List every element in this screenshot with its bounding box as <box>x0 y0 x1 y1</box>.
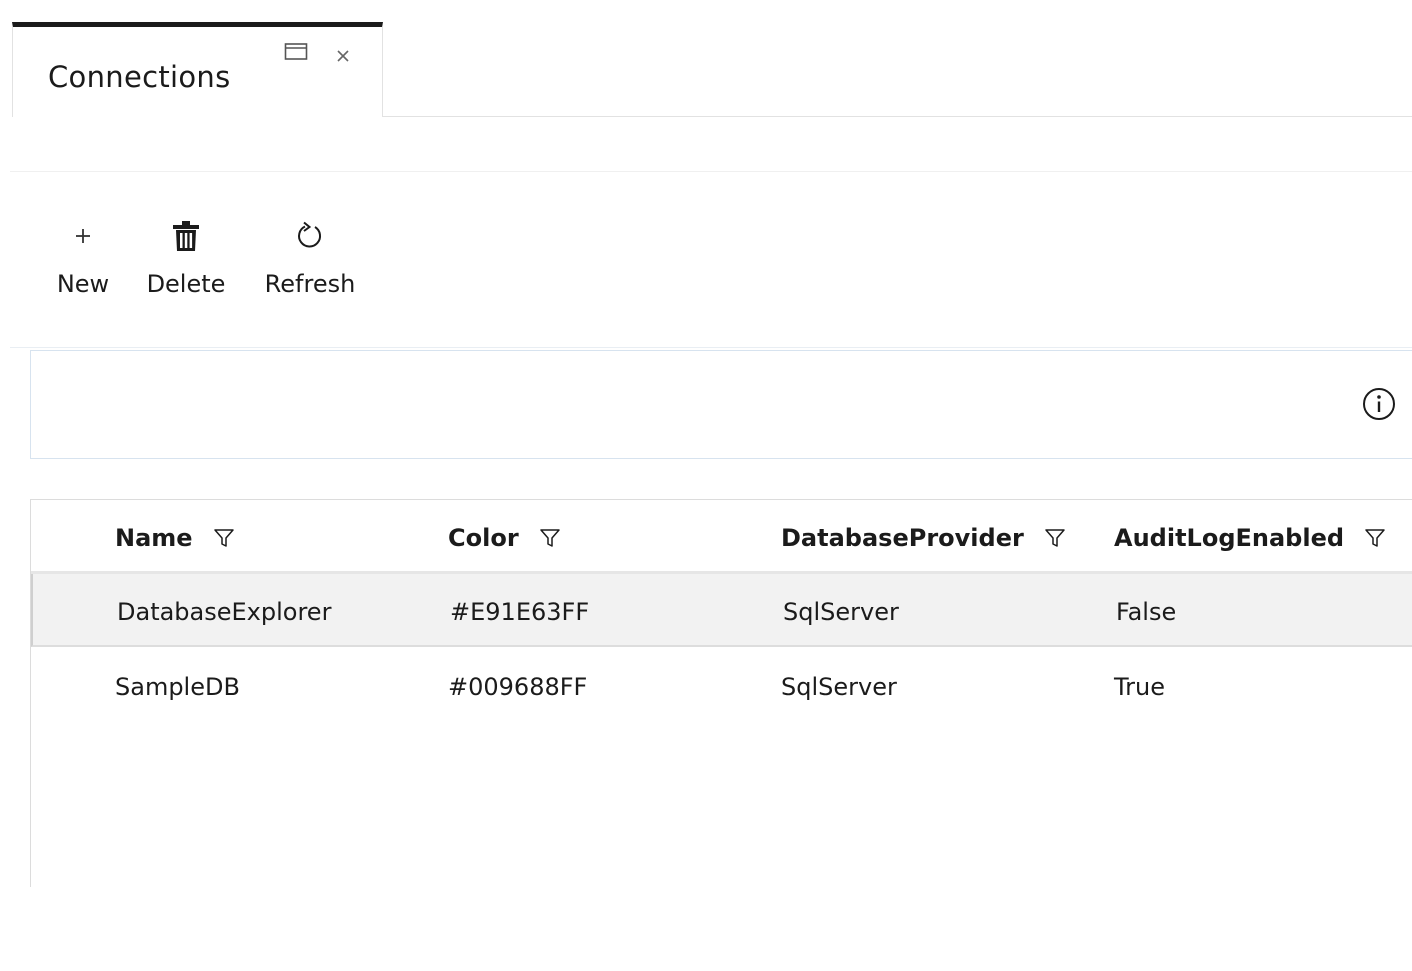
cell-color: #009688FF <box>448 673 588 701</box>
connections-grid: Name Color DatabaseProvider AuditLogEnab… <box>30 499 1412 887</box>
filter-icon[interactable] <box>213 527 235 549</box>
column-header-label: Color <box>448 524 519 552</box>
column-header-name[interactable]: Name <box>115 524 235 552</box>
header-divider <box>10 171 1412 172</box>
tab-connections[interactable]: Connections <box>12 22 383 117</box>
new-button-label: New <box>56 270 110 298</box>
grid-header: Name Color DatabaseProvider AuditLogEnab… <box>31 500 1412 574</box>
filter-icon[interactable] <box>1044 527 1066 549</box>
tab-title: Connections <box>48 60 231 94</box>
column-header-label: AuditLogEnabled <box>1114 524 1345 552</box>
info-panel <box>30 350 1412 459</box>
plus-icon <box>63 216 103 256</box>
cell-color: #E91E63FF <box>450 598 590 626</box>
info-icon[interactable] <box>1362 387 1396 421</box>
refresh-icon <box>290 216 330 256</box>
cell-database-provider: SqlServer <box>783 598 899 626</box>
restore-window-icon[interactable] <box>284 41 308 63</box>
filter-icon[interactable] <box>1364 527 1386 549</box>
cell-name: SampleDB <box>115 673 240 701</box>
cell-name: DatabaseExplorer <box>117 598 332 626</box>
delete-button-label: Delete <box>146 270 226 298</box>
column-header-label: DatabaseProvider <box>781 524 1024 552</box>
new-button[interactable]: New <box>48 208 118 308</box>
column-header-color[interactable]: Color <box>448 524 561 552</box>
column-header-database-provider[interactable]: DatabaseProvider <box>781 524 1066 552</box>
filter-icon[interactable] <box>539 527 561 549</box>
cell-database-provider: SqlServer <box>781 673 897 701</box>
trash-icon <box>166 216 206 256</box>
table-row[interactable]: DatabaseExplorer #E91E63FF SqlServer Fal… <box>31 574 1412 647</box>
toolbar-divider <box>10 347 1412 348</box>
cell-audit-log-enabled: False <box>1116 598 1177 626</box>
close-icon[interactable] <box>331 45 355 67</box>
delete-button[interactable]: Delete <box>143 208 229 308</box>
refresh-button-label: Refresh <box>264 270 356 298</box>
column-header-label: Name <box>115 524 193 552</box>
table-row[interactable]: SampleDB #009688FF SqlServer True <box>31 649 1412 722</box>
connections-window: Connections New Delete Refresh Name Colo… <box>0 0 1412 971</box>
cell-audit-log-enabled: True <box>1114 673 1165 701</box>
column-header-audit-log-enabled[interactable]: AuditLogEnabled <box>1114 524 1386 552</box>
refresh-button[interactable]: Refresh <box>258 208 362 308</box>
